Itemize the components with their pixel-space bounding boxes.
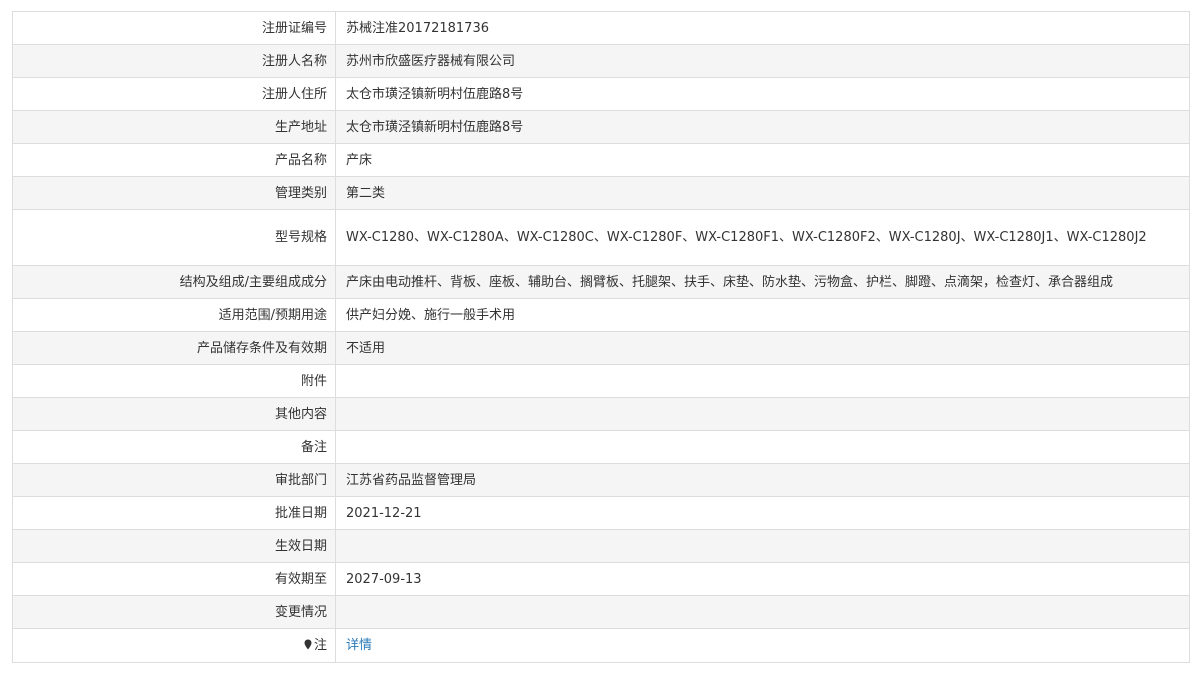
row-label: 产品储存条件及有效期 bbox=[12, 331, 336, 365]
row-value bbox=[335, 430, 1190, 464]
table-row: 有效期至 2027-09-13 bbox=[12, 562, 1190, 596]
table-row: 变更情况 bbox=[12, 595, 1190, 629]
row-label: 变更情况 bbox=[12, 595, 336, 629]
registration-info-table: 注册证编号 苏械注准20172181736 注册人名称 苏州市欣盛医疗器械有限公… bbox=[12, 11, 1190, 663]
table-row: 附件 bbox=[12, 364, 1190, 398]
row-value: 不适用 bbox=[335, 331, 1190, 365]
table-row: 审批部门 江苏省药品监督管理局 bbox=[12, 463, 1190, 497]
row-value: 第二类 bbox=[335, 176, 1190, 210]
row-label: 有效期至 bbox=[12, 562, 336, 596]
row-label: 审批部门 bbox=[12, 463, 336, 497]
table-row: 注册证编号 苏械注准20172181736 bbox=[12, 11, 1190, 45]
row-value bbox=[335, 397, 1190, 431]
table-row: 批准日期 2021-12-21 bbox=[12, 496, 1190, 530]
row-label: 结构及组成/主要组成成分 bbox=[12, 265, 336, 299]
row-label: 注册证编号 bbox=[12, 11, 336, 45]
table-row: 生产地址 太仓市璜泾镇新明村伍鹿路8号 bbox=[12, 110, 1190, 144]
table-row: 适用范围/预期用途 供产妇分娩、施行一般手术用 bbox=[12, 298, 1190, 332]
row-value: WX-C1280、WX-C1280A、WX-C1280C、WX-C1280F、W… bbox=[335, 209, 1190, 266]
row-label: 管理类别 bbox=[12, 176, 336, 210]
note-label: 注 bbox=[313, 638, 327, 653]
row-value bbox=[335, 364, 1190, 398]
table-row: 注册人名称 苏州市欣盛医疗器械有限公司 bbox=[12, 44, 1190, 78]
row-value: 苏州市欣盛医疗器械有限公司 bbox=[335, 44, 1190, 78]
table-row: 结构及组成/主要组成成分 产床由电动推杆、背板、座板、辅助台、搁臂板、托腿架、扶… bbox=[12, 265, 1190, 299]
table-row: 其他内容 bbox=[12, 397, 1190, 431]
row-value bbox=[335, 595, 1190, 629]
table-row: 生效日期 bbox=[12, 529, 1190, 563]
registration-detail-panel: 注册证编号 苏械注准20172181736 注册人名称 苏州市欣盛医疗器械有限公… bbox=[12, 11, 1190, 663]
row-label: 生产地址 bbox=[12, 110, 336, 144]
table-row: 产品名称 产床 bbox=[12, 143, 1190, 177]
row-label: 附件 bbox=[12, 364, 336, 398]
note-label-cell: 注 bbox=[12, 628, 336, 663]
row-value bbox=[335, 529, 1190, 563]
row-value: 苏械注准20172181736 bbox=[335, 11, 1190, 45]
row-label: 产品名称 bbox=[12, 143, 336, 177]
note-value-cell: 详情 bbox=[335, 628, 1190, 663]
table-row: 注册人住所 太仓市璜泾镇新明村伍鹿路8号 bbox=[12, 77, 1190, 111]
row-value: 供产妇分娩、施行一般手术用 bbox=[335, 298, 1190, 332]
table-row: 型号规格 WX-C1280、WX-C1280A、WX-C1280C、WX-C12… bbox=[12, 209, 1190, 266]
row-label: 批准日期 bbox=[12, 496, 336, 530]
row-label: 注册人名称 bbox=[12, 44, 336, 78]
row-label: 注册人住所 bbox=[12, 77, 336, 111]
table-row: 产品储存条件及有效期 不适用 bbox=[12, 331, 1190, 365]
row-label: 其他内容 bbox=[12, 397, 336, 431]
row-value: 2021-12-21 bbox=[335, 496, 1190, 530]
row-label: 备注 bbox=[12, 430, 336, 464]
row-value: 太仓市璜泾镇新明村伍鹿路8号 bbox=[335, 77, 1190, 111]
row-value: 产床由电动推杆、背板、座板、辅助台、搁臂板、托腿架、扶手、床垫、防水垫、污物盒、… bbox=[335, 265, 1190, 299]
table-row: 管理类别 第二类 bbox=[12, 176, 1190, 210]
details-link[interactable]: 详情 bbox=[346, 638, 372, 653]
note-row: 注 详情 bbox=[12, 628, 1190, 663]
row-label: 适用范围/预期用途 bbox=[12, 298, 336, 332]
row-value: 江苏省药品监督管理局 bbox=[335, 463, 1190, 497]
row-label: 型号规格 bbox=[12, 209, 336, 266]
row-label: 生效日期 bbox=[12, 529, 336, 563]
row-value: 2027-09-13 bbox=[335, 562, 1190, 596]
pin-icon bbox=[304, 639, 312, 650]
table-row: 备注 bbox=[12, 430, 1190, 464]
row-value: 产床 bbox=[335, 143, 1190, 177]
row-value: 太仓市璜泾镇新明村伍鹿路8号 bbox=[335, 110, 1190, 144]
